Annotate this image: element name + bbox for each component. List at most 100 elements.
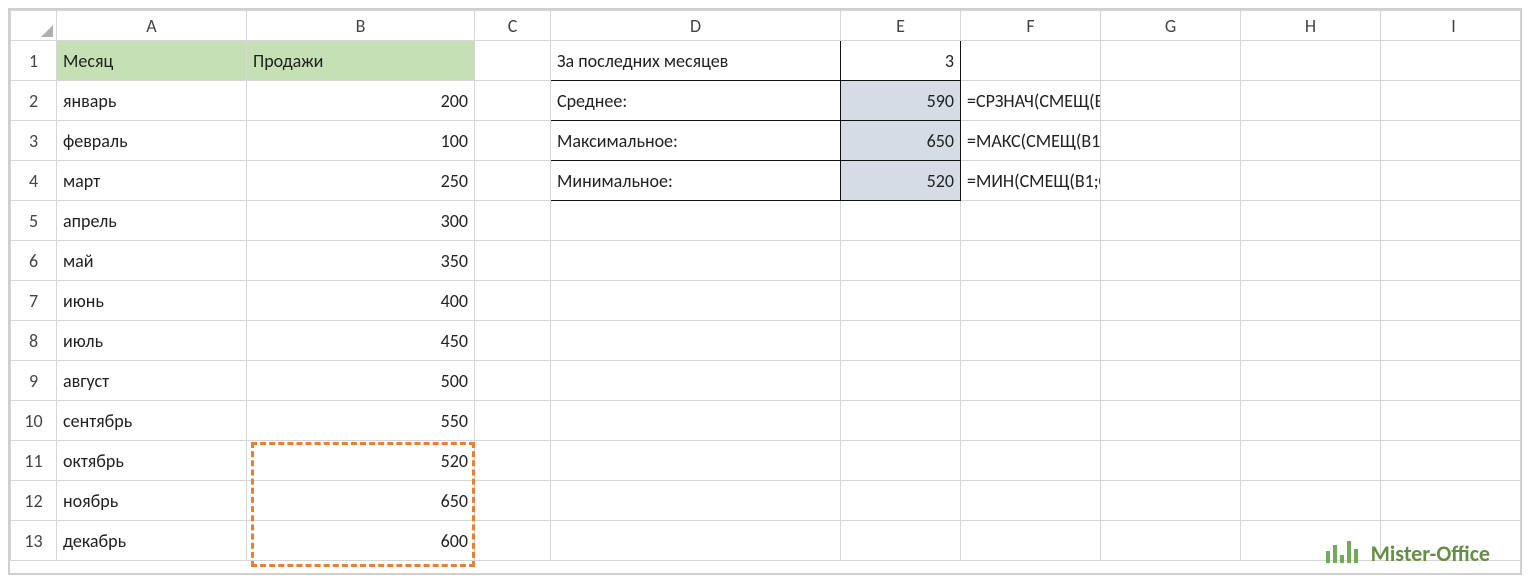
column-header-row[interactable]: A B C D E F G H I [11,11,1523,41]
cell-H1[interactable] [1241,41,1381,81]
cell-D3[interactable]: Максимальное: [551,121,841,161]
cell-E4[interactable]: 520 [841,161,961,201]
cell-E9[interactable] [841,361,961,401]
cell-C10[interactable] [475,401,551,441]
cell-G3[interactable] [1101,121,1241,161]
cell-F1[interactable] [961,41,1101,81]
cell-D13[interactable] [551,521,841,561]
row-header-9[interactable]: 9 [11,361,57,401]
row-header-8[interactable]: 8 [11,321,57,361]
col-header-A[interactable]: A [57,11,247,41]
cell-D7[interactable] [551,281,841,321]
cell-H6[interactable] [1241,241,1381,281]
cell-A9[interactable]: август [57,361,247,401]
cell-C7[interactable] [475,281,551,321]
cell-H2[interactable] [1241,81,1381,121]
cell-F7[interactable] [961,281,1101,321]
cell-B11[interactable]: 520 [247,441,475,481]
cell-I2[interactable] [1381,81,1523,121]
row-header-11[interactable]: 11 [11,441,57,481]
table-row[interactable]: 10 сентябрь 550 [11,401,1523,441]
cell-G1[interactable] [1101,41,1241,81]
cell-B6[interactable]: 350 [247,241,475,281]
cell-F4[interactable]: =МИН(СМЕЩ(B1;СЧЁТ(B:B)-E1+1;0;E1;1)) [961,161,1101,201]
cell-F2[interactable]: =СРЗНАЧ(СМЕЩ(B1;СЧЁТ(B:B)-E1+1;0;E1;1)) [961,81,1101,121]
cell-D1[interactable]: За последних месяцев [551,41,841,81]
row-header-2[interactable]: 2 [11,81,57,121]
col-header-B[interactable]: B [247,11,475,41]
cell-H5[interactable] [1241,201,1381,241]
col-header-H[interactable]: H [1241,11,1381,41]
cell-C6[interactable] [475,241,551,281]
cell-E2[interactable]: 590 [841,81,961,121]
table-row[interactable]: 13 декабрь 600 [11,521,1523,561]
cell-I4[interactable] [1381,161,1523,201]
cell-G6[interactable] [1101,241,1241,281]
cell-E5[interactable] [841,201,961,241]
cell-G5[interactable] [1101,201,1241,241]
cell-C2[interactable] [475,81,551,121]
cell-B3[interactable]: 100 [247,121,475,161]
cell-E1[interactable]: 3 [841,41,961,81]
cell-G12[interactable] [1101,481,1241,521]
cell-F8[interactable] [961,321,1101,361]
cell-B13[interactable]: 600 [247,521,475,561]
cell-B2[interactable]: 200 [247,81,475,121]
row-header-1[interactable]: 1 [11,41,57,81]
row-header-12[interactable]: 12 [11,481,57,521]
cell-H4[interactable] [1241,161,1381,201]
cell-E7[interactable] [841,281,961,321]
table-row[interactable]: 8 июль 450 [11,321,1523,361]
cell-C5[interactable] [475,201,551,241]
cell-F10[interactable] [961,401,1101,441]
cell-I10[interactable] [1381,401,1523,441]
cell-G2[interactable] [1101,81,1241,121]
row-header-10[interactable]: 10 [11,401,57,441]
cell-E8[interactable] [841,321,961,361]
col-header-F[interactable]: F [961,11,1101,41]
row-header-5[interactable]: 5 [11,201,57,241]
cell-C13[interactable] [475,521,551,561]
cell-D12[interactable] [551,481,841,521]
cell-G7[interactable] [1101,281,1241,321]
cell-G10[interactable] [1101,401,1241,441]
cell-G8[interactable] [1101,321,1241,361]
row-header-6[interactable]: 6 [11,241,57,281]
cell-H10[interactable] [1241,401,1381,441]
cell-E6[interactable] [841,241,961,281]
table-row[interactable]: 5 апрель 300 [11,201,1523,241]
table-row[interactable]: 7 июнь 400 [11,281,1523,321]
cell-E3[interactable]: 650 [841,121,961,161]
cell-A6[interactable]: май [57,241,247,281]
cell-D4[interactable]: Минимальное: [551,161,841,201]
row-header-4[interactable]: 4 [11,161,57,201]
spreadsheet-grid[interactable]: A B C D E F G H I 1 Месяц Продажи За пос… [10,10,1522,561]
cell-E12[interactable] [841,481,961,521]
cell-I8[interactable] [1381,321,1523,361]
select-all-corner[interactable] [11,11,57,41]
row-header-3[interactable]: 3 [11,121,57,161]
cell-B10[interactable]: 550 [247,401,475,441]
cell-A1[interactable]: Месяц [57,41,247,81]
cell-H7[interactable] [1241,281,1381,321]
cell-C12[interactable] [475,481,551,521]
cell-G4[interactable] [1101,161,1241,201]
cell-C9[interactable] [475,361,551,401]
cell-A4[interactable]: март [57,161,247,201]
table-row[interactable]: 11 октябрь 520 [11,441,1523,481]
cell-I1[interactable] [1381,41,1523,81]
row-header-13[interactable]: 13 [11,521,57,561]
cell-E10[interactable] [841,401,961,441]
cell-I7[interactable] [1381,281,1523,321]
cell-C4[interactable] [475,161,551,201]
cell-A12[interactable]: ноябрь [57,481,247,521]
cell-H9[interactable] [1241,361,1381,401]
cell-H3[interactable] [1241,121,1381,161]
cell-F3[interactable]: =МАКС(СМЕЩ(B1;СЧЁТ(B:B)-E1+1;0;E1;1)) [961,121,1101,161]
table-row[interactable]: 2 январь 200 Среднее: 590 =СРЗНАЧ(СМЕЩ(B… [11,81,1523,121]
cell-C1[interactable] [475,41,551,81]
cell-B9[interactable]: 500 [247,361,475,401]
cell-B5[interactable]: 300 [247,201,475,241]
cell-C8[interactable] [475,321,551,361]
table-row[interactable]: 9 август 500 [11,361,1523,401]
